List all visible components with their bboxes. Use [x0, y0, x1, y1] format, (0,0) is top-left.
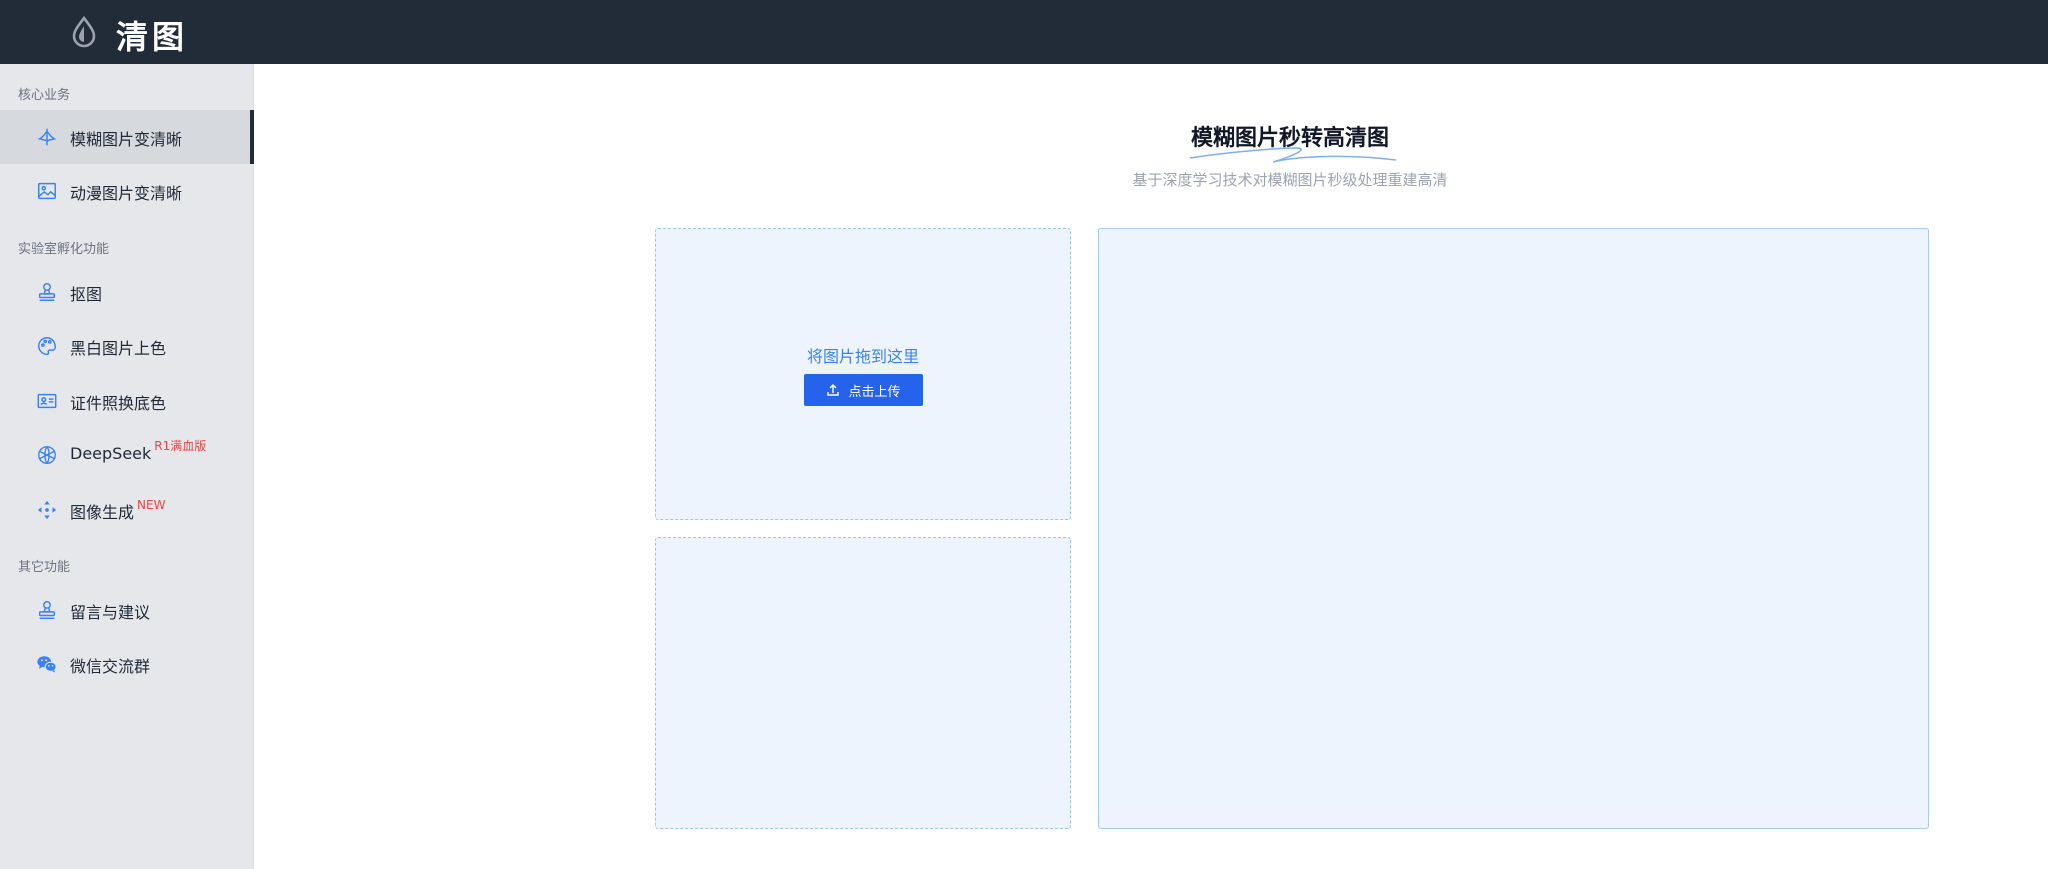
sidebar-item-wechat-group[interactable]: 微信交流群	[0, 637, 254, 691]
sidebar-item-label: 微信交流群	[70, 657, 151, 676]
sidebar-section-title: 其它功能	[18, 560, 71, 575]
badge-r1: R1满血版	[154, 439, 207, 453]
upload-dropzone[interactable]: 将图片拖到这里 点击上传	[655, 228, 1071, 520]
sidebar-item-label: 黑白图片上色	[70, 339, 167, 358]
badge-new: NEW	[137, 498, 166, 512]
sidebar-item-label: DeepSeek	[70, 444, 152, 463]
sidebar-item-label-wrap: DeepSeek R1满血版	[70, 439, 206, 463]
title-swoosh-decoration	[1189, 147, 1397, 163]
sidebar-item-colorize[interactable]: 黑白图片上色	[0, 319, 254, 373]
upload-button-label: 点击上传	[848, 383, 901, 399]
sidebar-section-title: 核心业务	[18, 88, 71, 103]
openai-icon	[38, 446, 56, 464]
stamp-icon	[38, 283, 56, 301]
stamp-icon	[38, 601, 56, 619]
top-bar: 清图	[0, 0, 2048, 64]
sidebar-item-image-gen[interactable]: 图像生成 NEW	[0, 483, 254, 537]
sidebar-item-cutout[interactable]: 抠图	[0, 265, 254, 319]
sidebar: 核心业务 模糊图片变清晰 动漫图片变清晰 实验室孵化功能 抠图 黑白图片上色 证…	[0, 64, 254, 869]
sidebar-item-label: 留言与建议	[70, 603, 151, 622]
upload-icon	[827, 384, 840, 396]
sidebar-item-label: 模糊图片变清晰	[70, 130, 183, 149]
enhance-icon	[37, 128, 57, 146]
drop-hint-text: 将图片拖到这里	[806, 347, 919, 366]
sidebar-item-label: 抠图	[70, 285, 103, 304]
sidebar-item-deepseek[interactable]: DeepSeek R1满血版	[0, 428, 254, 482]
sidebar-item-label-wrap: 图像生成 NEW	[70, 498, 166, 523]
move-icon	[37, 500, 57, 520]
sidebar-item-label: 证件照换底色	[70, 394, 167, 413]
sidebar-item-anime-enhance[interactable]: 动漫图片变清晰	[0, 164, 254, 218]
wechat-icon	[37, 656, 57, 673]
image-icon	[38, 182, 56, 200]
upload-button[interactable]: 点击上传	[804, 374, 923, 406]
sidebar-item-feedback[interactable]: 留言与建议	[0, 583, 254, 637]
droplet-icon	[72, 15, 96, 48]
sidebar-item-id-photo[interactable]: 证件照换底色	[0, 374, 254, 428]
sidebar-section-title: 实验室孵化功能	[18, 242, 110, 257]
result-preview-panel	[1098, 228, 1929, 829]
original-preview-panel	[655, 537, 1071, 829]
sidebar-item-blur-enhance[interactable]: 模糊图片变清晰	[0, 110, 254, 164]
brand-name[interactable]: 清图	[116, 12, 188, 58]
sidebar-item-label: 动漫图片变清晰	[70, 184, 183, 203]
palette-icon	[38, 337, 56, 355]
sidebar-item-label: 图像生成	[70, 503, 135, 522]
id-card-icon	[37, 393, 57, 409]
page-subtitle: 基于深度学习技术对模糊图片秒级处理重建高清	[1132, 171, 1448, 189]
